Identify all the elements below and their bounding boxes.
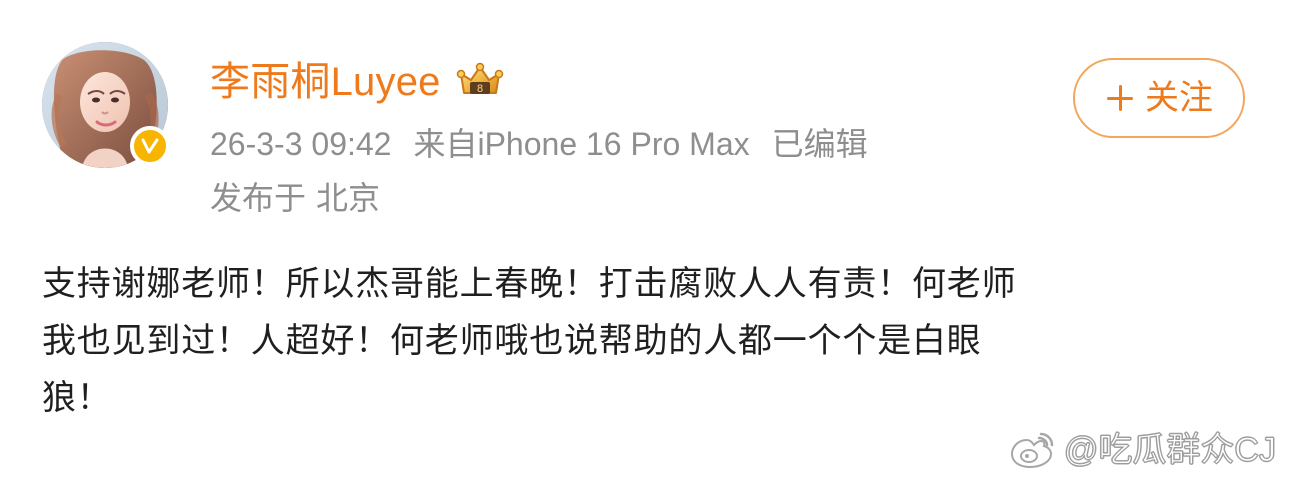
follow-button[interactable]: 关注	[1073, 58, 1245, 138]
author-name[interactable]: 李雨桐Luyee	[210, 56, 441, 108]
weibo-icon	[1010, 432, 1054, 469]
weibo-watermark: @吃瓜群众CJ	[1008, 430, 1277, 470]
author-avatar[interactable]	[42, 42, 170, 168]
post-location: 发布于 北京	[210, 176, 380, 220]
location-city: 北京	[316, 180, 381, 216]
post-content-line-1: 支持谢娜老师！所以杰哥能上春晚！打击腐败人人有责！何老师	[42, 264, 1017, 304]
crown-icon: 8	[456, 62, 503, 95]
watermark-text: @吃瓜群众CJ	[1063, 431, 1276, 470]
post-source: 来自iPhone 16 Pro Max	[413, 126, 750, 162]
plus-icon	[1105, 83, 1135, 113]
weibo-post-card: 李雨桐Luyee 8 26-3-3 09:42 来自iPhone 16 Pro …	[0, 0, 1290, 480]
verified-v-icon	[130, 126, 170, 166]
author-name-row: 李雨桐Luyee 8	[210, 56, 507, 108]
post-content-line-2: 我也见到过！人超好！何老师哦也说帮助的人都一个个是白眼	[42, 321, 982, 361]
post-content: 支持谢娜老师！所以杰哥能上春晚！打击腐败人人有责！何老师 我也见到过！人超好！何…	[42, 256, 1212, 427]
svg-text:8: 8	[477, 83, 483, 95]
post-meta: 26-3-3 09:42 来自iPhone 16 Pro Max 已编辑	[210, 122, 868, 166]
location-prefix: 发布于	[210, 180, 307, 216]
post-timestamp[interactable]: 26-3-3 09:42	[210, 122, 391, 166]
follow-label: 关注	[1145, 79, 1213, 117]
edited-label[interactable]: 已编辑	[772, 122, 868, 166]
post-content-line-3: 狼！	[42, 378, 112, 418]
